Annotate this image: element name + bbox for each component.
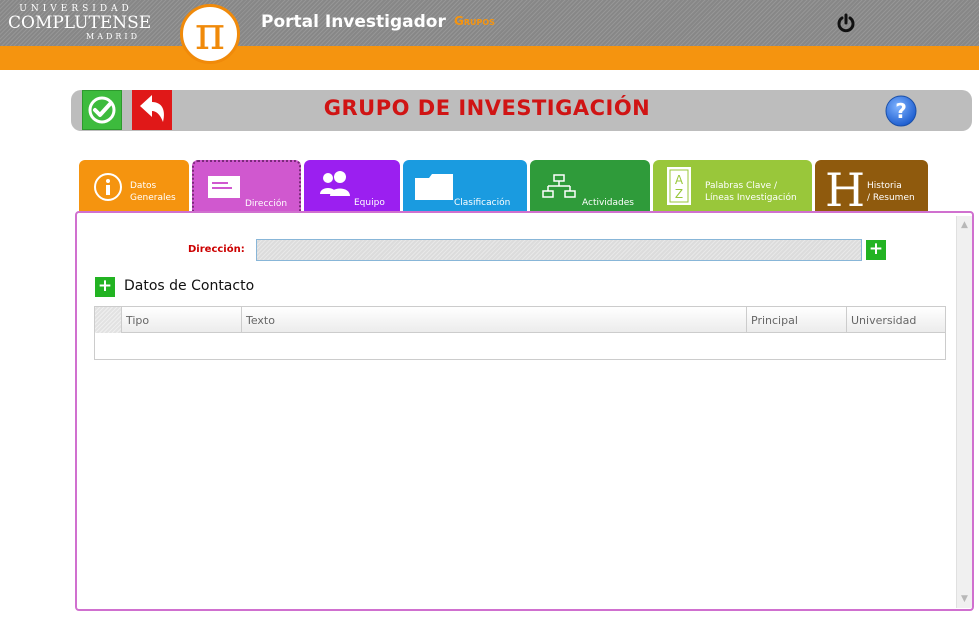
tab-equipo[interactable]: Equipo: [304, 160, 400, 212]
users-icon: [320, 171, 350, 196]
nav-link-grupos[interactable]: Grupos: [454, 14, 495, 28]
page-title: GRUPO DE INVESTIGACIÓN: [323, 96, 651, 120]
tab-direccion[interactable]: Dirección: [192, 160, 301, 213]
tab-label: Dirección: [245, 199, 288, 209]
hierarchy-icon: [542, 174, 576, 198]
svg-text:Z: Z: [675, 187, 683, 201]
add-contact-button[interactable]: +: [95, 277, 115, 297]
vertical-scrollbar[interactable]: ▲ ▼: [956, 216, 972, 608]
address-card-icon: [208, 176, 240, 198]
folder-icon: [415, 174, 453, 200]
tab-label-line1: Palabras Clave /: [705, 181, 778, 191]
scroll-down-icon[interactable]: ▼: [957, 592, 972, 606]
column-select: [95, 307, 121, 333]
power-icon[interactable]: [835, 12, 857, 34]
tab-actividades[interactable]: Actividades: [530, 160, 650, 212]
portal-title: Portal Investigador: [261, 12, 446, 32]
tab-clasificacion[interactable]: Clasificación: [403, 160, 527, 212]
back-button[interactable]: [132, 90, 172, 130]
add-direccion-button[interactable]: +: [866, 240, 886, 260]
tab-label: Actividades: [582, 198, 634, 208]
tab-label: Equipo: [354, 198, 385, 208]
svg-text:?: ?: [895, 99, 907, 123]
direccion-label: Dirección:: [188, 244, 245, 255]
info-icon: [94, 173, 122, 201]
tab-label-line1: Datos: [130, 181, 157, 191]
tab-label-line1: Historia: [867, 181, 902, 191]
university-logo: UNIVERSIDAD COMPLUTENSE MADRID: [8, 4, 152, 44]
contact-section-title: Datos de Contacto: [124, 278, 255, 294]
column-header-tipo[interactable]: Tipo: [121, 307, 241, 333]
content-panel: [75, 211, 974, 611]
az-book-icon: A Z: [667, 167, 691, 205]
tab-label-line2: Líneas Investigación: [705, 193, 797, 203]
tab-palabras-clave[interactable]: A Z Palabras Clave / Líneas Investigació…: [653, 160, 812, 212]
letter-h-icon: H: [825, 164, 865, 210]
header-orange-band: [0, 46, 979, 70]
tab-label: Clasificación: [454, 198, 511, 208]
save-button[interactable]: [82, 90, 122, 130]
scroll-up-icon[interactable]: ▲: [957, 218, 972, 232]
pi-logo-icon: π: [180, 4, 240, 64]
undo-arrow-icon: [140, 95, 164, 122]
table-header: Tipo Texto Principal Universidad: [95, 307, 945, 333]
tab-historia-resumen[interactable]: H Historia / Resumen: [815, 160, 928, 212]
tab-label-line2: / Resumen: [867, 193, 915, 203]
help-icon[interactable]: ?: [884, 94, 918, 128]
column-header-principal[interactable]: Principal: [746, 307, 846, 333]
check-icon: [88, 96, 116, 124]
direccion-input[interactable]: [256, 239, 862, 261]
contact-table: Tipo Texto Principal Universidad: [94, 306, 946, 360]
column-header-texto[interactable]: Texto: [241, 307, 746, 333]
column-header-universidad[interactable]: Universidad: [846, 307, 945, 333]
svg-text:H: H: [825, 164, 865, 210]
svg-text:A: A: [675, 173, 684, 187]
tab-datos-generales[interactable]: Datos Generales: [79, 160, 189, 212]
university-logo-city: MADRID: [86, 32, 140, 41]
tab-label-line2: Generales: [130, 193, 176, 203]
university-logo-name: COMPLUTENSE: [8, 13, 152, 33]
